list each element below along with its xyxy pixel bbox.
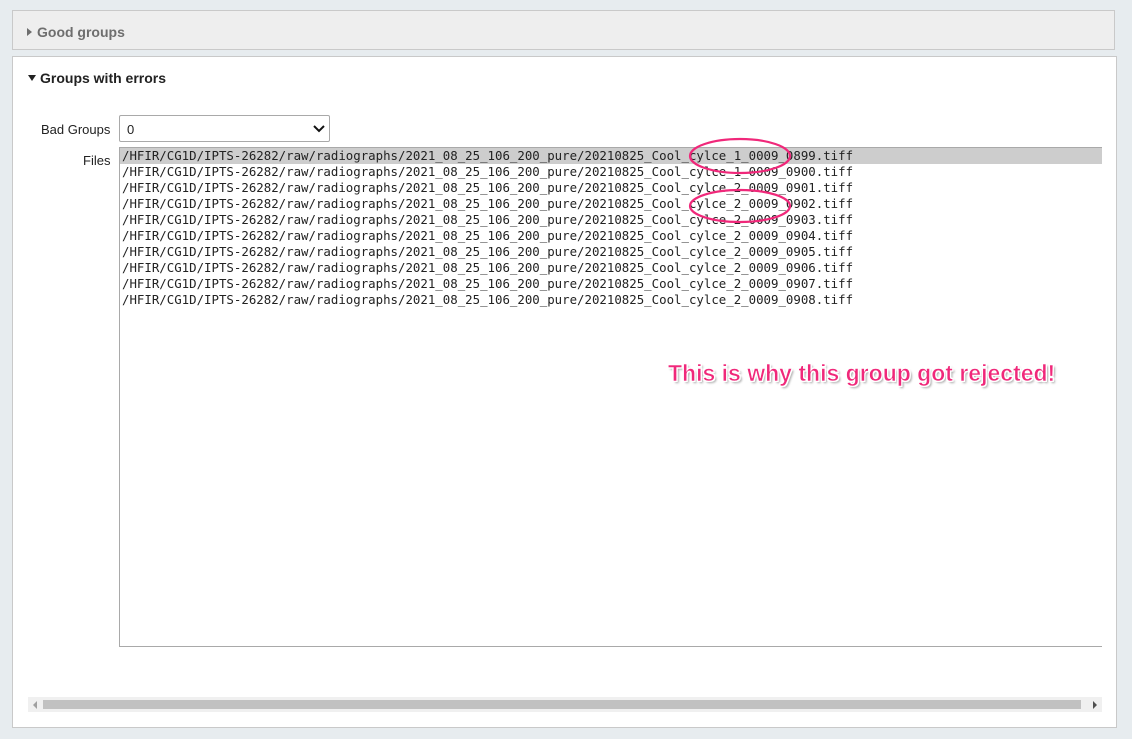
chevron-down-icon (312, 121, 326, 138)
files-listbox[interactable]: /HFIR/CG1D/IPTS-26282/raw/radiographs/20… (119, 147, 1102, 647)
error-groups-title: Groups with errors (40, 70, 167, 86)
bad-groups-label: Bad Groups (41, 122, 111, 137)
good-groups-panel: Good groups (12, 10, 1115, 50)
caret-down-icon (28, 75, 36, 81)
rejection-annotation: This is why this group got rejected! (668, 360, 1056, 387)
file-list-item[interactable]: /HFIR/CG1D/IPTS-26282/raw/radiographs/20… (120, 196, 1102, 212)
file-list-item[interactable]: /HFIR/CG1D/IPTS-26282/raw/radiographs/20… (120, 276, 1102, 292)
caret-right-icon (27, 28, 32, 36)
good-groups-header[interactable]: Good groups (27, 24, 125, 40)
bad-groups-value: 0 (127, 122, 135, 137)
file-list-item[interactable]: /HFIR/CG1D/IPTS-26282/raw/radiographs/20… (120, 180, 1102, 196)
error-groups-header[interactable]: Groups with errors (28, 70, 166, 86)
file-list-item[interactable]: /HFIR/CG1D/IPTS-26282/raw/radiographs/20… (120, 292, 1102, 308)
file-list-item[interactable]: /HFIR/CG1D/IPTS-26282/raw/radiographs/20… (120, 212, 1102, 228)
file-list-item[interactable]: /HFIR/CG1D/IPTS-26282/raw/radiographs/20… (120, 228, 1102, 244)
horizontal-scrollbar[interactable] (28, 697, 1102, 712)
scroll-left-arrow-icon[interactable] (28, 697, 42, 712)
error-groups-panel: Groups with errors Bad Groups 0 Files /H… (12, 56, 1117, 728)
bad-groups-select[interactable]: 0 (119, 115, 330, 142)
file-list-item[interactable]: /HFIR/CG1D/IPTS-26282/raw/radiographs/20… (120, 148, 1102, 164)
file-list-item[interactable]: /HFIR/CG1D/IPTS-26282/raw/radiographs/20… (120, 244, 1102, 260)
good-groups-title: Good groups (37, 24, 125, 40)
files-label: Files (83, 153, 111, 168)
scrollbar-thumb[interactable] (43, 700, 1081, 709)
scroll-right-arrow-icon[interactable] (1088, 697, 1102, 712)
file-list-item[interactable]: /HFIR/CG1D/IPTS-26282/raw/radiographs/20… (120, 260, 1102, 276)
file-list-item[interactable]: /HFIR/CG1D/IPTS-26282/raw/radiographs/20… (120, 164, 1102, 180)
